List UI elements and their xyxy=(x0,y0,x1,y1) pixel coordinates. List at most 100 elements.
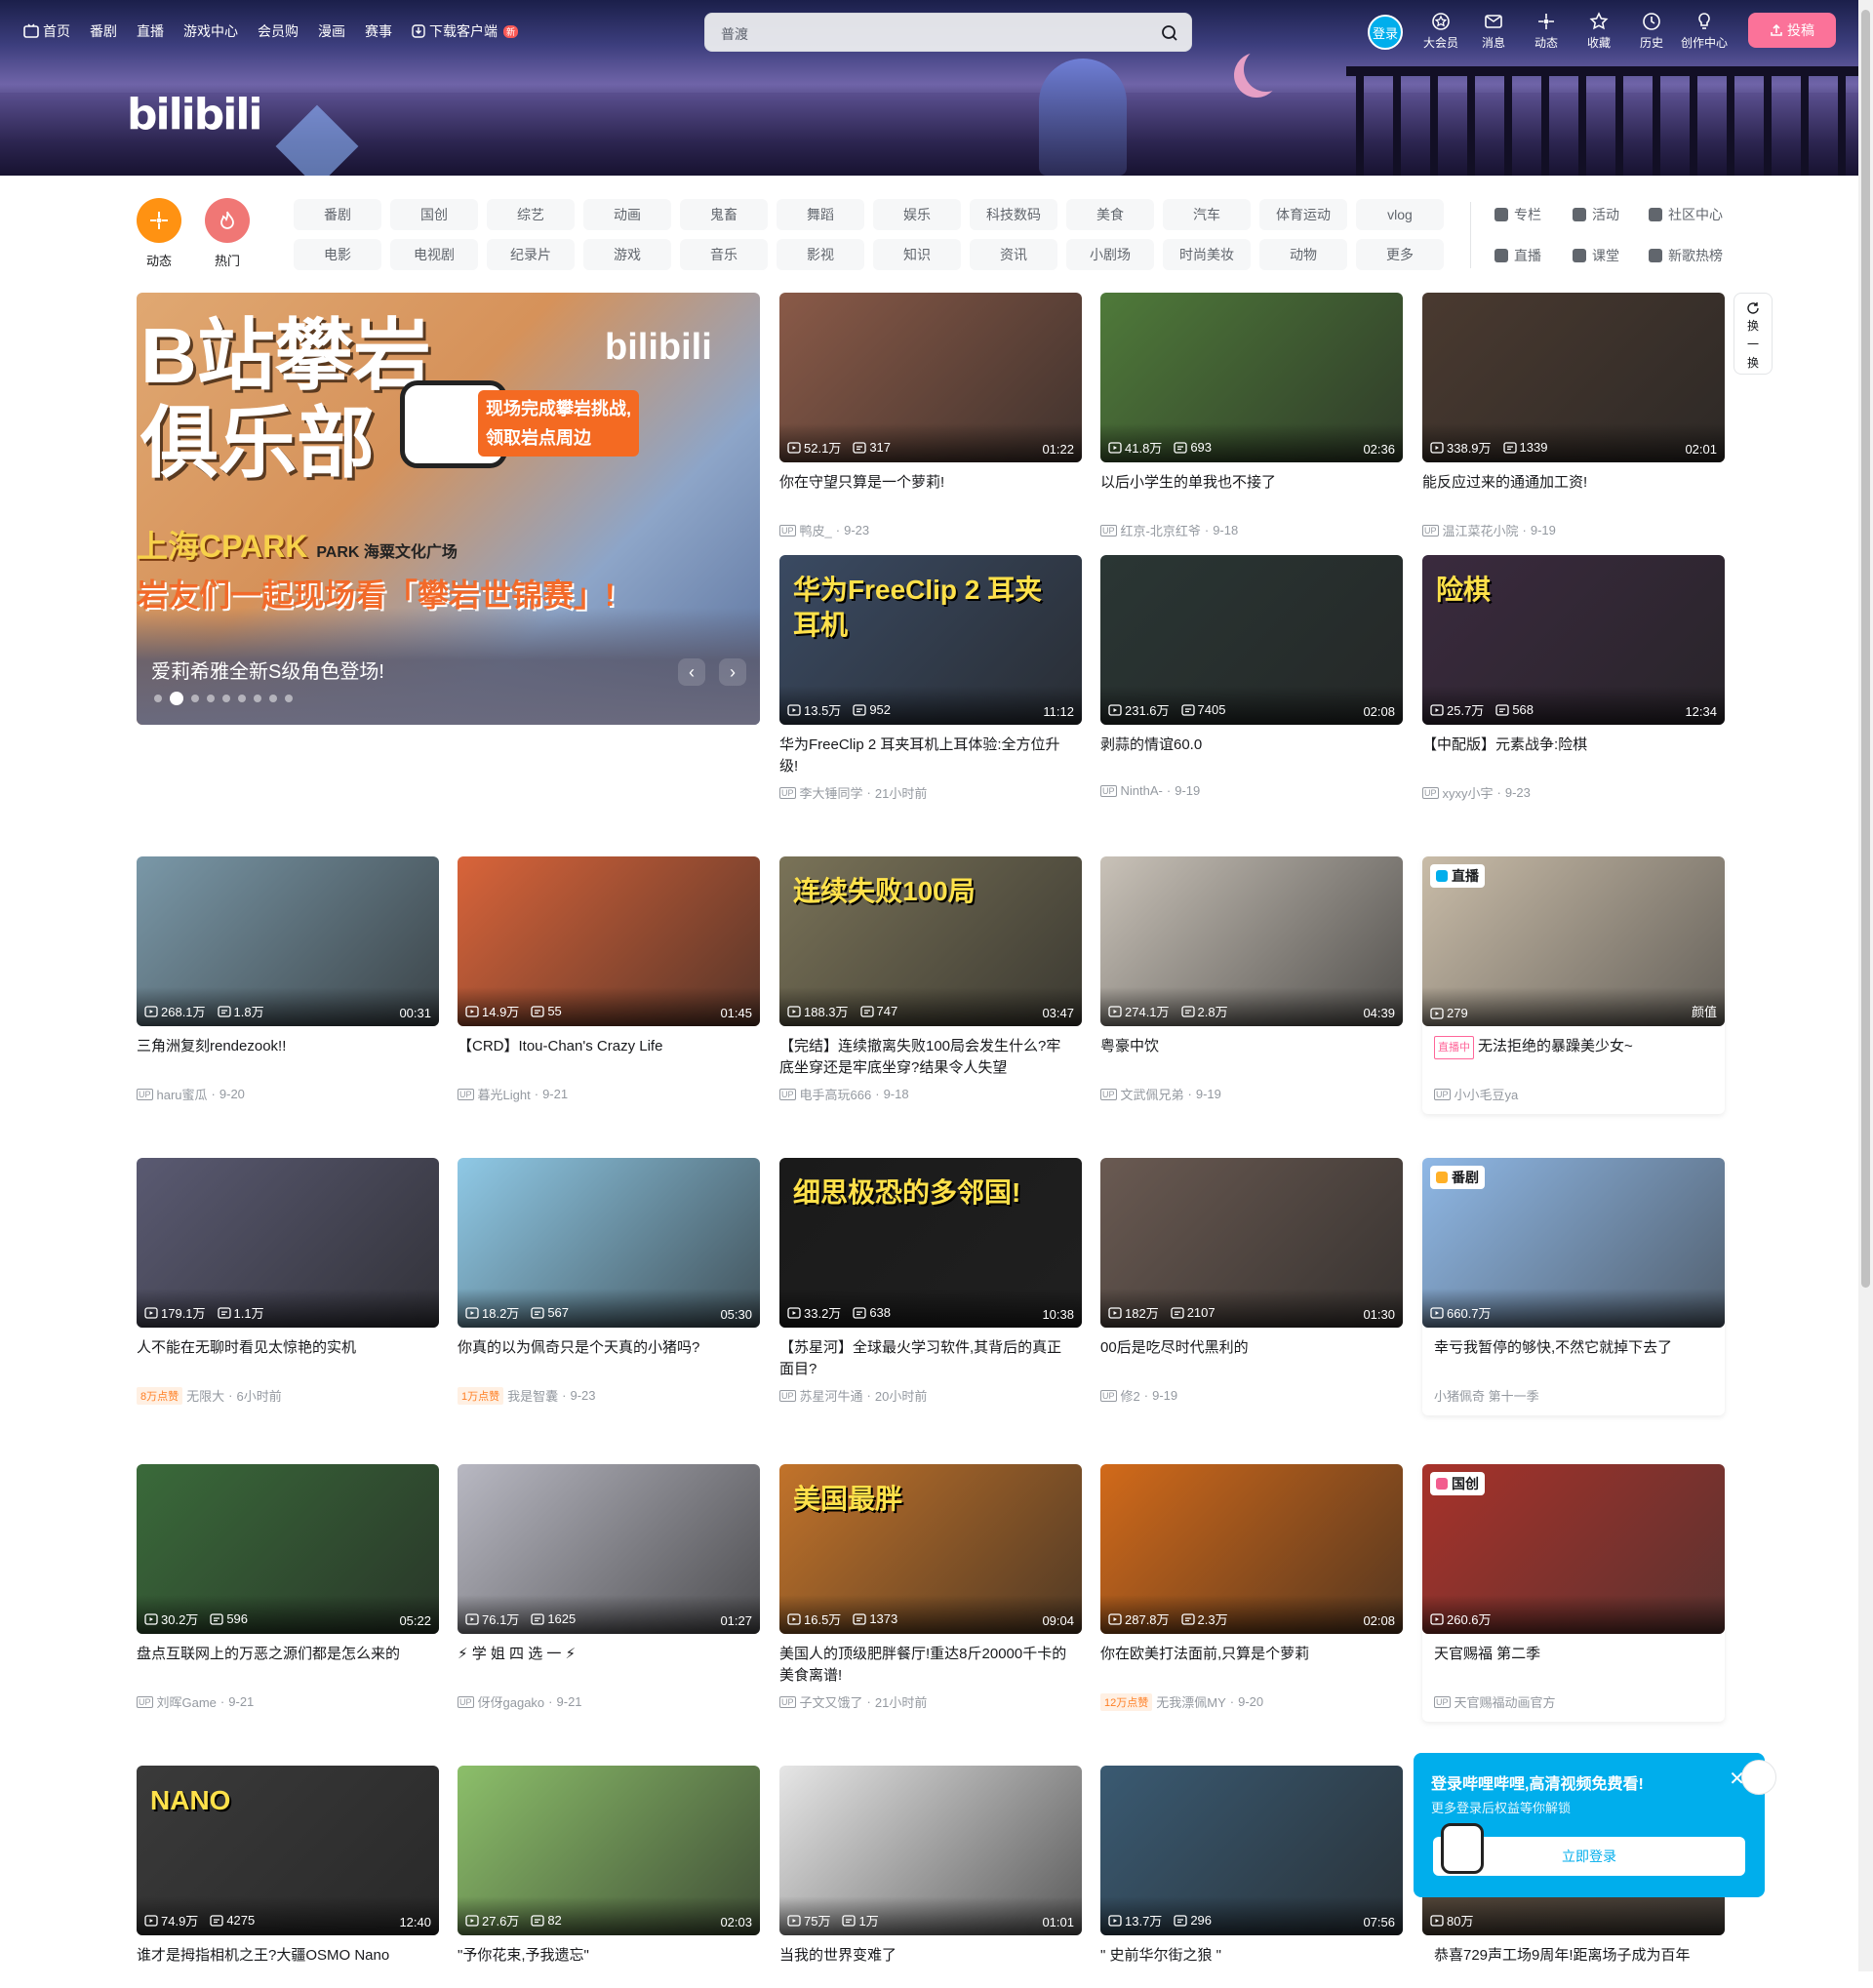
video-author[interactable]: 电手高玩666 xyxy=(800,1085,872,1103)
video-title[interactable]: 以后小学生的单我也不接了 xyxy=(1100,472,1403,515)
special-title[interactable]: 直播中 无法拒绝的暴躁美少女~ xyxy=(1422,1036,1725,1079)
video-author[interactable]: 温江菜花小院 xyxy=(1443,521,1519,539)
video-thumbnail[interactable]: 27.6万 82 02:03 xyxy=(458,1766,760,1935)
special-card[interactable]: 直播 279 颜值 直播中 无法拒绝的暴躁美少女~ UP 小小毛豆ya xyxy=(1422,856,1725,1114)
video-card[interactable]: 险棋 25.7万 568 12:34 【中配版】元素战争:险棋 UP xyxy小宇 · 9-23 xyxy=(1422,555,1725,802)
special-title[interactable]: 恭喜729声工场9周年!距离场子成为百年 xyxy=(1422,1945,1725,1988)
video-thumbnail[interactable]: 274.1万 2.8万 04:39 xyxy=(1100,856,1403,1026)
channel-tag[interactable]: 美食 xyxy=(1066,199,1154,230)
video-title[interactable]: "予你花束,予我遗忘" xyxy=(458,1945,760,1988)
video-thumbnail[interactable]: 182万 2107 01:30 xyxy=(1100,1158,1403,1328)
video-card[interactable]: 268.1万 1.8万 00:31 三角洲复刻rendezook!! UP haru蜜瓜 ·… xyxy=(137,856,439,1103)
video-title[interactable]: 美国人的顶级肥胖餐厅!重达8斤20000千卡的美食离谱! xyxy=(779,1644,1082,1687)
special-author[interactable]: 小小毛豆ya xyxy=(1455,1085,1519,1103)
channel-tag[interactable]: 时尚美妆 xyxy=(1163,239,1251,270)
favorite-entry[interactable]: 收藏 xyxy=(1573,12,1625,51)
video-author[interactable]: 暮光Light xyxy=(478,1085,531,1103)
video-author[interactable]: xyxy小宇 xyxy=(1443,783,1494,802)
video-thumbnail[interactable]: 险棋 25.7万 568 12:34 xyxy=(1422,555,1725,725)
nav-anime[interactable]: 番剧 xyxy=(90,21,117,41)
carousel-dot[interactable] xyxy=(222,695,230,702)
video-card[interactable]: NANO 74.9万 4275 12:40 谁才是拇指相机之王?大疆OSMO Nano xyxy=(137,1766,439,1988)
channel-hot[interactable]: 热门 xyxy=(205,198,250,269)
history-entry[interactable]: 历史 xyxy=(1625,12,1678,51)
video-card[interactable]: 华为FreeClip 2 耳夹耳机 13.5万 952 11:12 华为FreeClip… xyxy=(779,555,1082,802)
video-title[interactable]: 华为FreeClip 2 耳夹耳机上耳体验:全方位升级! xyxy=(779,735,1082,777)
carousel-dot[interactable] xyxy=(154,695,162,702)
video-author[interactable]: 子文又饿了 xyxy=(800,1692,863,1711)
video-title[interactable]: 人不能在无聊时看见太惊艳的实机 xyxy=(137,1337,439,1380)
carousel-next-button[interactable]: › xyxy=(719,658,746,686)
refresh-button[interactable]: 换 一 换 xyxy=(1734,293,1773,375)
video-author[interactable]: 苏星河牛通 xyxy=(800,1386,863,1405)
video-card[interactable]: 18.2万 567 05:30 你真的以为佩奇只是个天真的小猪吗? 1万点赞 我是智囊 · 9… xyxy=(458,1158,760,1405)
nav-shop[interactable]: 会员购 xyxy=(258,21,299,41)
channel-tag[interactable]: 番剧 xyxy=(294,199,381,230)
nav-live[interactable]: 直播 xyxy=(137,21,164,41)
video-thumbnail[interactable]: 30.2万 596 05:22 xyxy=(137,1464,439,1634)
video-card[interactable]: 75万 1万 01:01 当我的世界变难了 xyxy=(779,1766,1082,1988)
video-card[interactable]: 细思极恐的多邻国! 33.2万 638 10:38 【苏星河】全球最火学习软件,其背后的… xyxy=(779,1158,1082,1405)
search-icon[interactable] xyxy=(1160,23,1179,43)
channel-tag[interactable]: 小剧场 xyxy=(1066,239,1154,270)
video-author[interactable]: NinthA- xyxy=(1121,783,1163,798)
channel-tag[interactable]: 动物 xyxy=(1259,239,1347,270)
video-card[interactable]: 179.1万 1.1万 人不能在无聊时看见太惊艳的实机 8万点赞 无限大 · 6小时前 xyxy=(137,1158,439,1405)
channel-tag[interactable]: 动画 xyxy=(583,199,671,230)
video-author[interactable]: 无限大 xyxy=(186,1386,224,1405)
channel-tag[interactable]: vlog xyxy=(1356,199,1444,230)
video-card[interactable]: 27.6万 82 02:03 "予你花束,予我遗忘" xyxy=(458,1766,760,1988)
bilibili-logo[interactable]: bilibili xyxy=(127,90,262,139)
search-input[interactable]: 普渡 xyxy=(721,24,748,44)
channel-tag[interactable]: 影视 xyxy=(777,239,864,270)
upload-button[interactable]: 投稿 xyxy=(1748,13,1836,48)
video-title[interactable]: 盘点互联网上的万恶之源们都是怎么来的 xyxy=(137,1644,439,1687)
channel-tag[interactable]: 电影 xyxy=(294,239,381,270)
video-thumbnail[interactable]: 75万 1万 01:01 xyxy=(779,1766,1082,1935)
video-card[interactable]: 41.8万 693 02:36 以后小学生的单我也不接了 UP 红京-北京红爷 · 9-18 xyxy=(1100,293,1403,539)
carousel-title[interactable]: 爱莉希雅全新S级角色登场! xyxy=(151,656,384,684)
video-card[interactable]: 76.1万 1625 01:27 ⚡ 学 姐 四 选 一 ⚡ UP 伢伢gagako · 9-… xyxy=(458,1464,760,1711)
channel-tag[interactable]: 娱乐 xyxy=(873,199,961,230)
page-scrollbar[interactable] xyxy=(1858,0,1873,1971)
video-thumbnail[interactable]: 287.8万 2.3万 02:08 xyxy=(1100,1464,1403,1634)
channel-tag[interactable]: 电视剧 xyxy=(390,239,478,270)
video-thumbnail[interactable]: 连续失败100局 188.3万 747 03:47 xyxy=(779,856,1082,1026)
video-author[interactable]: 鸭皮_ xyxy=(800,521,832,539)
search-bar[interactable]: 普渡 xyxy=(704,13,1192,52)
link-live[interactable]: 直播 xyxy=(1494,246,1541,265)
channel-tag[interactable]: 舞蹈 xyxy=(777,199,864,230)
video-author[interactable]: 红京-北京红爷 xyxy=(1121,521,1201,539)
nav-manga[interactable]: 漫画 xyxy=(318,21,345,41)
video-thumbnail[interactable]: 41.8万 693 02:36 xyxy=(1100,293,1403,462)
video-card[interactable]: 274.1万 2.8万 04:39 粤豪中饮 UP 文武佩兄弟 · 9-19 xyxy=(1100,856,1403,1103)
nav-game-center[interactable]: 游戏中心 xyxy=(183,21,238,41)
video-card[interactable]: 52.1万 317 01:22 你在守望只算是一个萝莉! UP 鸭皮_ · 9-23 xyxy=(779,293,1082,539)
video-title[interactable]: 你真的以为佩奇只是个天真的小猪吗? xyxy=(458,1337,760,1380)
dynamic-entry[interactable]: 动态 xyxy=(1520,12,1573,51)
video-thumbnail[interactable]: 179.1万 1.1万 xyxy=(137,1158,439,1328)
channel-tag[interactable]: 音乐 xyxy=(680,239,768,270)
video-thumbnail[interactable]: 268.1万 1.8万 00:31 xyxy=(137,856,439,1026)
video-thumbnail[interactable]: NANO 74.9万 4275 12:40 xyxy=(137,1766,439,1935)
video-card[interactable]: 美国最胖 16.5万 1373 09:04 美国人的顶级肥胖餐厅!重达8斤20000千卡… xyxy=(779,1464,1082,1711)
carousel-prev-button[interactable]: ‹ xyxy=(678,658,705,686)
video-card[interactable]: 231.6万 7405 02:08 剥蒜的情谊60.0 UP NinthA- · 9-19 xyxy=(1100,555,1403,798)
video-thumbnail[interactable]: 华为FreeClip 2 耳夹耳机 13.5万 952 11:12 xyxy=(779,555,1082,725)
channel-tag[interactable]: 国创 xyxy=(390,199,478,230)
creator-entry[interactable]: 创作中心 xyxy=(1678,12,1731,51)
vip-entry[interactable]: 大会员 xyxy=(1415,12,1467,51)
video-title[interactable]: 【CRD】Itou-Chan's Crazy Life xyxy=(458,1036,760,1079)
banner-carousel[interactable]: B站攀岩 俱乐部 现场完成攀岩挑战, 领取岩点周边 bilibili 上海CPARK… xyxy=(137,293,760,725)
special-thumbnail[interactable]: 直播 279 颜值 xyxy=(1422,856,1725,1026)
video-thumbnail[interactable]: 231.6万 7405 02:08 xyxy=(1100,555,1403,725)
video-title[interactable]: 【中配版】元素战争:险棋 xyxy=(1422,735,1725,777)
message-entry[interactable]: 消息 xyxy=(1467,12,1520,51)
nav-download[interactable]: 下载客户端新 xyxy=(412,21,519,41)
video-thumbnail[interactable]: 76.1万 1625 01:27 xyxy=(458,1464,760,1634)
video-thumbnail[interactable]: 细思极恐的多邻国! 33.2万 638 10:38 xyxy=(779,1158,1082,1328)
side-float-button[interactable] xyxy=(1741,1760,1776,1795)
special-card[interactable]: 番剧 660.7万 幸亏我暂停的够快,不然它就掉下去了 小猪佩奇 第十一季 xyxy=(1422,1158,1725,1415)
link-column[interactable]: 专栏 xyxy=(1494,205,1541,224)
video-card[interactable]: 13.7万 296 07:56 " 史前华尔街之狼 " xyxy=(1100,1766,1403,1988)
